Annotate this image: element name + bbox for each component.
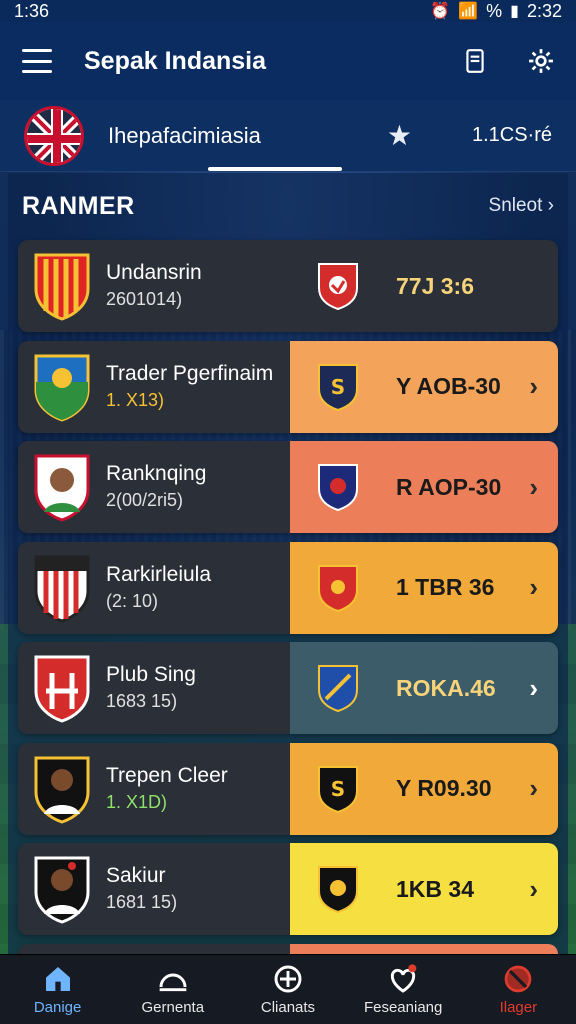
- club-meta: (2: 10): [106, 590, 159, 611]
- ranking-row[interactable]: Plub Sing 1683 15) ROKA.46 ›: [18, 642, 558, 734]
- club-crest-icon: [32, 251, 92, 321]
- nav-favourites[interactable]: Feseaniang: [348, 963, 458, 1016]
- score-value: ROKA.46: [396, 674, 496, 701]
- opponent-crest-icon: [316, 864, 360, 914]
- battery-icon: ▮: [510, 3, 519, 20]
- opponent-crest-icon: [316, 261, 360, 311]
- league-tab-strip: Ihepafacimiasia ★ 1.1CS·ré: [0, 100, 576, 172]
- ranking-row[interactable]: Rarkirleiula (2: 10) 1 TBR 36 ›: [18, 541, 558, 634]
- player-name: Ranknqing: [106, 462, 207, 485]
- status-bar: 1:36 ⏰ 📶 % ▮ 2:32: [0, 0, 576, 22]
- club-crest-icon: [32, 653, 92, 723]
- select-link[interactable]: Snleot ›: [489, 195, 554, 217]
- ranking-row[interactable]: Sakiur 1681 15) 1KB 34 ›: [18, 843, 558, 935]
- club-name: Plub Sing: [106, 663, 196, 686]
- section-header: RANMER Snleot ›: [22, 176, 554, 236]
- opponent-crest-icon: S: [316, 362, 360, 412]
- bottom-nav: Danige Gernenta Clianats Feseaniang Ilag…: [0, 954, 576, 1024]
- dome-icon: [159, 973, 187, 992]
- target-icon: [274, 965, 302, 993]
- player-meta: 1681 15): [106, 892, 178, 912]
- nav-clients[interactable]: Clianats: [233, 963, 343, 1016]
- chevron-right-icon[interactable]: ›: [529, 874, 538, 905]
- chevron-right-icon[interactable]: ›: [529, 773, 538, 804]
- active-tab-indicator: [208, 167, 342, 171]
- player-name: Trepen Cleer: [106, 763, 228, 787]
- flag-icon[interactable]: [24, 105, 84, 166]
- player-avatar: [32, 452, 92, 522]
- score-value: Y AOB-30: [396, 373, 501, 399]
- chevron-right-icon[interactable]: ›: [529, 572, 538, 603]
- club-meta: 1. X13): [106, 389, 165, 410]
- club-crest-icon: [32, 553, 92, 623]
- chevron-right-icon[interactable]: ›: [529, 673, 538, 704]
- section-title: RANMER: [22, 191, 135, 220]
- player-meta: 2(00/2ri5): [106, 490, 184, 510]
- ranking-row[interactable]: Ranknqing 2(00/2ri5) R AOP-30 ›: [18, 441, 558, 533]
- opponent-crest-icon: [316, 563, 360, 613]
- club-name: Trader Pgerfinaim: [106, 361, 274, 385]
- club-meta: 1683 15): [106, 691, 178, 711]
- score-value: 1 TBR 36: [396, 574, 495, 600]
- tab-league[interactable]: Ihepafacimiasia: [108, 123, 387, 149]
- player-avatar: [32, 854, 92, 924]
- menu-icon[interactable]: [22, 49, 52, 73]
- club-crest-icon: [32, 352, 92, 422]
- player-meta: 1. X1D): [106, 791, 168, 812]
- gear-icon[interactable]: [528, 48, 554, 74]
- svg-text:S: S: [331, 777, 345, 801]
- battery-percent: %: [486, 0, 503, 21]
- score-value: R AOP-30: [396, 473, 502, 500]
- wifi-icon: 📶: [458, 3, 479, 20]
- app-title: Sepak Indansia: [84, 46, 267, 75]
- home-icon: [45, 967, 70, 991]
- opponent-crest-icon: [316, 462, 360, 512]
- tablet-icon[interactable]: [462, 48, 488, 74]
- tab-code[interactable]: 1.1CS·ré: [472, 124, 552, 147]
- ranking-row[interactable]: Trepen Cleer 1. X1D) S Y R09.30 ›: [18, 742, 558, 835]
- score-value: Y R09.30: [396, 775, 492, 801]
- ranking-row[interactable]: Trader Pgerfinaim 1. X13) S Y AOB-30 ›: [18, 340, 558, 433]
- nav-home[interactable]: Danige: [3, 963, 113, 1016]
- alarm-icon: ⏰: [430, 3, 451, 20]
- nav-games[interactable]: Gernenta: [118, 963, 228, 1016]
- nav-player[interactable]: Ilager: [463, 963, 573, 1016]
- ranking-row[interactable]: Undansrin 2601014) 77J 3:6: [18, 240, 558, 332]
- app-bar: Sepak Indansia: [0, 22, 576, 100]
- opponent-crest-icon: [316, 663, 360, 713]
- score-value: 77J 3:6: [396, 272, 475, 299]
- score-value: 1KB 34: [396, 875, 474, 902]
- club-name: Undansrin: [106, 261, 202, 284]
- ban-icon: [505, 965, 532, 993]
- chevron-right-icon[interactable]: ›: [529, 472, 538, 503]
- status-time: 1:36: [14, 0, 50, 21]
- chevron-right-icon[interactable]: ›: [529, 371, 538, 402]
- heart-icon: [391, 964, 417, 993]
- svg-text:S: S: [331, 375, 345, 399]
- club-meta: 2601014): [106, 289, 183, 309]
- player-avatar: [32, 754, 92, 824]
- club-name: Rarkirleiula: [106, 562, 212, 586]
- ranking-list: Undansrin 2601014) 77J 3:6 Trader Pgerfi…: [18, 240, 558, 992]
- player-name: Sakiur: [106, 864, 166, 887]
- status-clock: 2:32: [526, 0, 562, 21]
- opponent-crest-icon: S: [316, 764, 360, 814]
- star-icon[interactable]: ★: [387, 119, 412, 152]
